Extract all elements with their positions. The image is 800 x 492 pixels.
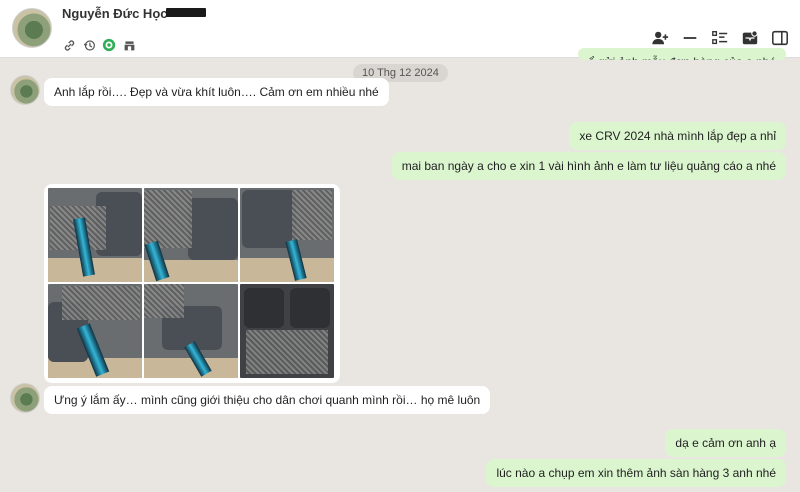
message-bubble-incoming[interactable]: Ưng ý lắm ấy… mình cũng giới thiệu cho d… [44, 386, 491, 414]
photo-thumbnail[interactable] [240, 284, 334, 378]
photo-album-message[interactable] [44, 184, 340, 383]
photo-thumbnail[interactable] [240, 188, 334, 282]
message-bubble-outgoing[interactable]: mai ban ngày a cho e xin 1 vài hình ảnh … [391, 152, 786, 180]
add-member-icon [652, 31, 669, 45]
inbox-button[interactable] [738, 26, 762, 50]
photo-thumbnail[interactable] [48, 284, 142, 378]
message-bubble-outgoing[interactable]: lúc nào a chụp em xin thêm ảnh sàn hàng … [486, 459, 786, 487]
sender-avatar[interactable] [10, 383, 40, 413]
side-panel-icon [772, 30, 788, 46]
photo-thumbnail[interactable] [48, 188, 142, 282]
inbox-icon [742, 30, 758, 45]
contact-name[interactable]: Nguyễn Đức Học [62, 6, 168, 21]
sender-avatar[interactable] [10, 75, 40, 105]
minimize-icon [683, 37, 697, 39]
message-bubble-incoming[interactable]: Anh lắp rồi…. Đẹp và vừa khít luôn…. Cảm… [44, 78, 389, 106]
link-icon[interactable] [62, 38, 76, 52]
contact-avatar[interactable] [12, 8, 52, 48]
checklist-button[interactable] [708, 26, 732, 50]
contact-meta-icons [62, 38, 136, 52]
photo-grid [48, 188, 336, 378]
checklist-icon [712, 31, 728, 45]
badge-icon[interactable] [102, 38, 116, 52]
message-bubble-outgoing[interactable]: dạ e cảm ơn anh ạ [665, 429, 786, 457]
message-bubble-partial[interactable]: ổ gửi ảnh mẫu đơn hàng của ạ nhé [577, 48, 786, 60]
photo-thumbnail[interactable] [144, 188, 238, 282]
header-actions [648, 26, 792, 50]
photo-thumbnail[interactable] [144, 284, 238, 378]
chat-area[interactable]: ổ gửi ảnh mẫu đơn hàng của ạ nhé 10 Thg … [0, 48, 800, 492]
minimize-button[interactable] [678, 26, 702, 50]
side-panel-button[interactable] [768, 26, 792, 50]
redacted-text [166, 8, 206, 17]
history-icon[interactable] [82, 38, 96, 52]
add-member-button[interactable] [648, 26, 672, 50]
store-icon[interactable] [122, 38, 136, 52]
message-bubble-outgoing[interactable]: xe CRV 2024 nhà mình lắp đẹp a nhỉ [569, 122, 786, 150]
